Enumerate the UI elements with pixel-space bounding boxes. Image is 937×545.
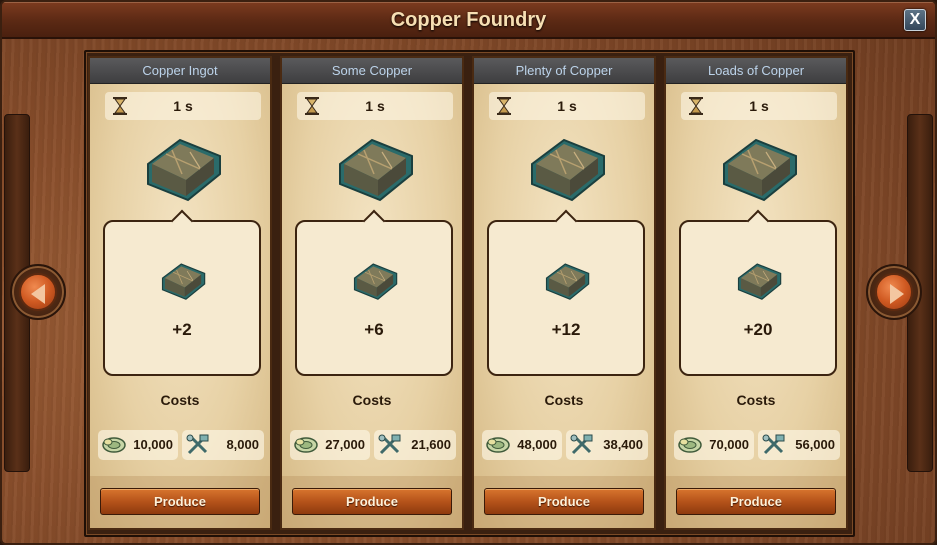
supplies-cost-value: 56,000: [795, 437, 835, 452]
previous-page-button[interactable]: [10, 264, 66, 320]
title-bar: Copper Foundry X: [2, 2, 935, 39]
coins-cost-value: 27,000: [325, 437, 365, 452]
coins-icon: [294, 434, 318, 456]
production-time-value: 1 s: [173, 98, 193, 114]
close-button[interactable]: X: [904, 9, 926, 31]
supplies-cost: 21,600: [374, 430, 456, 460]
option-footer: Produce: [282, 476, 462, 528]
copper-ingot-icon: [351, 260, 399, 302]
production-option-plenty-of-copper: Plenty of Copper 1 s +12 Costs 48,000 38…: [472, 56, 656, 530]
reward-box: +6: [295, 220, 453, 376]
hourglass-icon: [113, 97, 127, 115]
window-title: Copper Foundry: [390, 9, 547, 31]
hourglass-icon: [689, 97, 703, 115]
reward-box: +12: [487, 220, 645, 376]
reward-box: +2: [103, 220, 261, 376]
supplies-icon: [570, 434, 594, 456]
copper-ingot-icon: [142, 134, 224, 204]
production-time-value: 1 s: [365, 98, 385, 114]
copper-foundry-window: Copper Foundry X Copper Ingot 1 s +2 Cos…: [0, 0, 937, 545]
coins-cost: 48,000: [482, 430, 562, 460]
costs-label: Costs: [544, 392, 584, 408]
arrow-right-icon: [875, 273, 913, 311]
copper-ingot-icon: [735, 260, 783, 302]
reward-amount: +2: [172, 320, 192, 339]
produce-button[interactable]: Produce: [484, 488, 644, 515]
option-footer: Produce: [474, 476, 654, 528]
option-title: Some Copper: [282, 58, 462, 84]
coins-cost: 10,000: [98, 430, 178, 460]
reward-amount: +6: [364, 320, 384, 339]
coins-cost-value: 70,000: [709, 437, 749, 452]
supplies-cost-value: 38,400: [603, 437, 643, 452]
coins-cost: 70,000: [674, 430, 754, 460]
supplies-icon: [186, 434, 210, 456]
coins-icon: [486, 434, 510, 456]
option-footer: Produce: [666, 476, 846, 528]
reward-box: +20: [679, 220, 837, 376]
coins-cost-value: 10,000: [133, 437, 173, 452]
copper-ingot-icon: [543, 260, 591, 302]
production-option-loads-of-copper: Loads of Copper 1 s +20 Costs 70,000 56,…: [664, 56, 848, 530]
copper-ingot-icon: [718, 134, 800, 204]
option-title: Plenty of Copper: [474, 58, 654, 84]
production-time-value: 1 s: [557, 98, 577, 114]
option-title: Loads of Copper: [666, 58, 846, 84]
produce-button[interactable]: Produce: [676, 488, 836, 515]
produce-button[interactable]: Produce: [100, 488, 260, 515]
reward-amount: +20: [743, 320, 773, 339]
supplies-cost: 8,000: [182, 430, 264, 460]
copper-ingot-icon: [334, 134, 416, 204]
production-time-value: 1 s: [749, 98, 769, 114]
supplies-cost-value: 21,600: [411, 437, 451, 452]
production-time: 1 s: [489, 92, 645, 120]
produce-button[interactable]: Produce: [292, 488, 452, 515]
next-page-button[interactable]: [866, 264, 922, 320]
coins-icon: [678, 434, 702, 456]
supplies-cost-value: 8,000: [226, 437, 259, 452]
copper-ingot-icon: [526, 134, 608, 204]
option-title: Copper Ingot: [90, 58, 270, 84]
coins-cost-value: 48,000: [517, 437, 557, 452]
copper-ingot-icon: [159, 260, 207, 302]
supplies-icon: [762, 434, 786, 456]
coins-cost: 27,000: [290, 430, 370, 460]
supplies-cost: 38,400: [566, 430, 648, 460]
hourglass-icon: [305, 97, 319, 115]
costs-label: Costs: [160, 392, 200, 408]
hourglass-icon: [497, 97, 511, 115]
costs-label: Costs: [352, 392, 392, 408]
supplies-cost: 56,000: [758, 430, 840, 460]
option-footer: Produce: [90, 476, 270, 528]
production-option-some-copper: Some Copper 1 s +6 Costs 27,000 21,600 P…: [280, 56, 464, 530]
production-time: 1 s: [297, 92, 453, 120]
production-option-copper-ingot: Copper Ingot 1 s +2 Costs 10,000 8,000 P…: [88, 56, 272, 530]
costs-label: Costs: [736, 392, 776, 408]
arrow-left-icon: [19, 273, 57, 311]
supplies-icon: [378, 434, 402, 456]
reward-amount: +12: [551, 320, 581, 339]
coins-icon: [102, 434, 126, 456]
production-time: 1 s: [105, 92, 261, 120]
production-time: 1 s: [681, 92, 837, 120]
